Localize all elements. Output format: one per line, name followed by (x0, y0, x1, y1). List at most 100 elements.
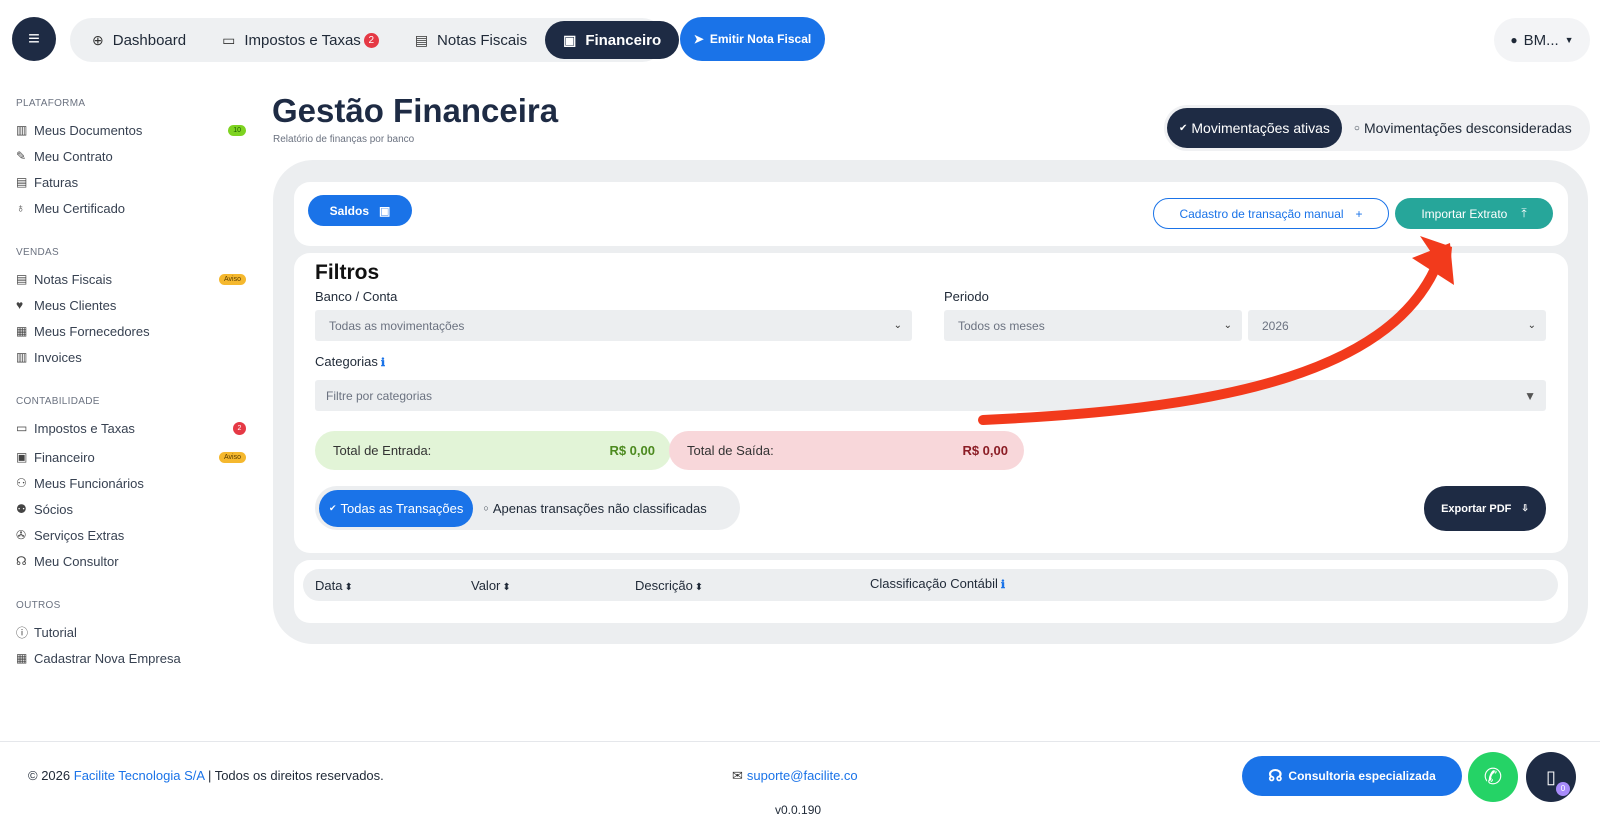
invoice-icon: ▤ (16, 175, 28, 189)
check-circle-icon: ✔ (1179, 122, 1188, 134)
sort-icon: ⬍ (502, 582, 511, 593)
building-icon: ▦ (16, 651, 28, 665)
sidebar-section-title: CONTABILIDADE (16, 396, 100, 407)
banco-conta-select[interactable]: Todas as movimentações ⌄ (315, 310, 912, 341)
money-icon: ▣ (563, 31, 577, 48)
globe-icon: ⊕ (92, 31, 104, 48)
emitir-nota-fiscal-button[interactable]: ➤ Emitir Nota Fiscal (680, 17, 825, 61)
paper-plane-icon: ➤ (693, 32, 704, 46)
column-classificacao-contabil: Classificação Contábil ℹ (870, 576, 1006, 591)
document-icon: ▯ (1546, 766, 1556, 787)
upload-icon: ⤒ (1521, 206, 1527, 220)
receipt-icon: ▤ (414, 31, 429, 48)
documents-icon: ▥ (16, 123, 28, 137)
receipt-icon: ▤ (16, 272, 28, 286)
caret-down-icon: ▼ (1524, 388, 1536, 403)
money-icon: ▣ (379, 203, 391, 218)
circle-icon: ○ (483, 503, 489, 513)
sidebar-item-cadastrar-nova-empresa[interactable]: ▦ Cadastrar Nova Empresa (16, 645, 246, 671)
count-badge: 2 (233, 421, 246, 435)
periodo-label: Periodo (944, 289, 989, 304)
top-bar: ≡ ⊕ Dashboard ▭ Impostos e Taxas 2 ▤ Notas F… (0, 0, 1600, 80)
wallet-icon: ▭ (222, 31, 236, 48)
envelope-icon: ✉ (732, 768, 743, 783)
sort-icon: ⬍ (344, 582, 353, 593)
tab-notas-fiscais[interactable]: ▤ Notas Fiscais (397, 21, 545, 59)
column-descricao[interactable]: Descrição ⬍ (635, 578, 703, 593)
aviso-badge: Aviso (219, 451, 246, 463)
whatsapp-icon: ✆ (1483, 764, 1503, 789)
sidebar-item-meus-documentos[interactable]: ▥ Meus Documentos 10 (16, 117, 246, 143)
saldos-button[interactable]: Saldos ▣ (308, 195, 412, 226)
caret-down-icon: ▼ (1564, 35, 1574, 45)
tab-impostos-e-taxas[interactable]: ▭ Impostos e Taxas 2 (204, 21, 397, 59)
count-badge: 0 (1556, 782, 1570, 796)
pdf-download-icon: ⇩ (1521, 503, 1529, 513)
headset-icon: ☊ (1268, 768, 1283, 785)
money-icon: ▣ (16, 450, 28, 464)
filters-title: Filtros (315, 261, 380, 284)
column-data[interactable]: Data ⬍ (315, 578, 353, 593)
sidebar-item-faturas[interactable]: ▤ Faturas (16, 169, 246, 195)
count-badge: 2 (363, 32, 379, 48)
company-link[interactable]: Facilite Tecnologia S/A (74, 768, 205, 783)
menu-icon: ≡ (28, 27, 40, 50)
consultoria-especializada-button[interactable]: ☊ Consultoria especializada (1242, 756, 1462, 796)
circle-icon: ○ (1353, 122, 1360, 134)
column-valor[interactable]: Valor ⬍ (471, 578, 511, 593)
documents-button[interactable]: ▯ 0 (1526, 752, 1576, 802)
ano-select[interactable]: 2026 ⌄ (1248, 310, 1546, 341)
mes-select[interactable]: Todos os meses ⌄ (944, 310, 1242, 341)
count-badge: 10 (228, 124, 246, 136)
todas-transacoes-option[interactable]: ✔ Todas as Transações (319, 489, 474, 527)
tab-dashboard[interactable]: ⊕ Dashboard (74, 21, 204, 59)
page-subtitle: Relatório de finanças por banco (273, 134, 415, 145)
movimentacoes-desconsideradas-option[interactable]: ○ Movimentações desconsideradas (1342, 108, 1584, 148)
sidebar-item-socios[interactable]: ⚉ Sócios (16, 496, 246, 522)
sidebar-item-meu-consultor[interactable]: ☊ Meu Consultor (16, 548, 246, 574)
support-email[interactable]: ✉ suporte@facilite.co (732, 768, 858, 784)
transactions-table: Data ⬍ Valor ⬍ Descrição ⬍ Classificação Co… (294, 560, 1568, 623)
table-header: Data ⬍ Valor ⬍ Descrição ⬍ Classificação Co… (303, 569, 1558, 601)
movimentacoes-toggle: ✔ Movimentações ativas ○ Movimentações des… (1164, 105, 1590, 151)
copyright: © 2026 Facilite Tecnologia S/A | Todos o… (28, 768, 384, 783)
sidebar: PLATAFORMA ▥ Meus Documentos 10 ✎ Meu Contr… (16, 92, 246, 671)
sidebar-item-notas-fiscais[interactable]: ▤ Notas Fiscais Aviso (16, 266, 246, 292)
sidebar-item-meu-contrato[interactable]: ✎ Meu Contrato (16, 143, 246, 169)
tab-financeiro[interactable]: ▣ Financeiro (545, 21, 680, 59)
whatsapp-button[interactable]: ✆ (1468, 752, 1518, 802)
user-menu-button[interactable]: ● BM... ▼ (1494, 18, 1590, 62)
chevron-down-icon: ⌄ (1223, 320, 1232, 331)
info-circle-icon: ⓘ (16, 625, 29, 640)
footer: © 2026 Facilite Tecnologia S/A | Todos o… (0, 741, 1600, 821)
cadastro-transacao-manual-button[interactable]: Cadastro de transação manual + (1153, 198, 1389, 229)
sort-icon: ⬍ (694, 582, 704, 593)
exportar-pdf-button[interactable]: Exportar PDF ⇩ (1424, 486, 1546, 531)
sidebar-item-tutorial[interactable]: ⓘ Tutorial (16, 619, 246, 645)
info-icon[interactable]: ℹ (1001, 579, 1005, 591)
categorias-select[interactable]: Filtre por categorias ▼ (315, 380, 1546, 411)
tools-icon: ✇ (16, 528, 27, 542)
nao-classificadas-option[interactable]: ○ Apenas transações não classificadas (473, 490, 716, 527)
sidebar-item-financeiro[interactable]: ▣ Financeiro Aviso (16, 444, 246, 470)
sidebar-item-servicos-extras[interactable]: ✇ Serviços Extras (16, 522, 246, 548)
movimentacoes-ativas-option[interactable]: ✔ Movimentações ativas (1167, 108, 1342, 148)
consultant-icon: ☊ (16, 554, 27, 568)
sidebar-item-meus-fornecedores[interactable]: ▦ Meus Fornecedores (16, 318, 246, 344)
filters-card: Filtros Banco / Conta Todas as movimenta… (294, 253, 1568, 553)
sidebar-item-meus-funcionarios[interactable]: ⚇ Meus Funcionários (16, 470, 246, 496)
chevron-down-icon: ⌄ (893, 320, 902, 331)
sidebar-section-title: OUTROS (16, 600, 61, 611)
hamburger-menu-button[interactable]: ≡ (12, 17, 56, 61)
clients-icon: ♥ (16, 298, 24, 312)
banco-conta-label: Banco / Conta (315, 289, 398, 304)
people-icon: ⚇ (16, 476, 27, 490)
sidebar-item-meu-certificado[interactable]: ♁ Meu Certificado (16, 195, 246, 221)
info-icon[interactable]: ℹ (381, 357, 385, 369)
sidebar-item-invoices[interactable]: ▥ Invoices (16, 344, 246, 370)
invoices-icon: ▥ (16, 350, 28, 364)
sidebar-item-meus-clientes[interactable]: ♥ Meus Clientes (16, 292, 246, 318)
sidebar-item-impostos-e-taxas[interactable]: ▭ Impostos e Taxas 2 (16, 415, 246, 441)
importar-extrato-button[interactable]: Importar Extrato ⤒ (1395, 198, 1553, 229)
main-nav: ⊕ Dashboard ▭ Impostos e Taxas 2 ▤ Notas Fis… (70, 18, 680, 62)
